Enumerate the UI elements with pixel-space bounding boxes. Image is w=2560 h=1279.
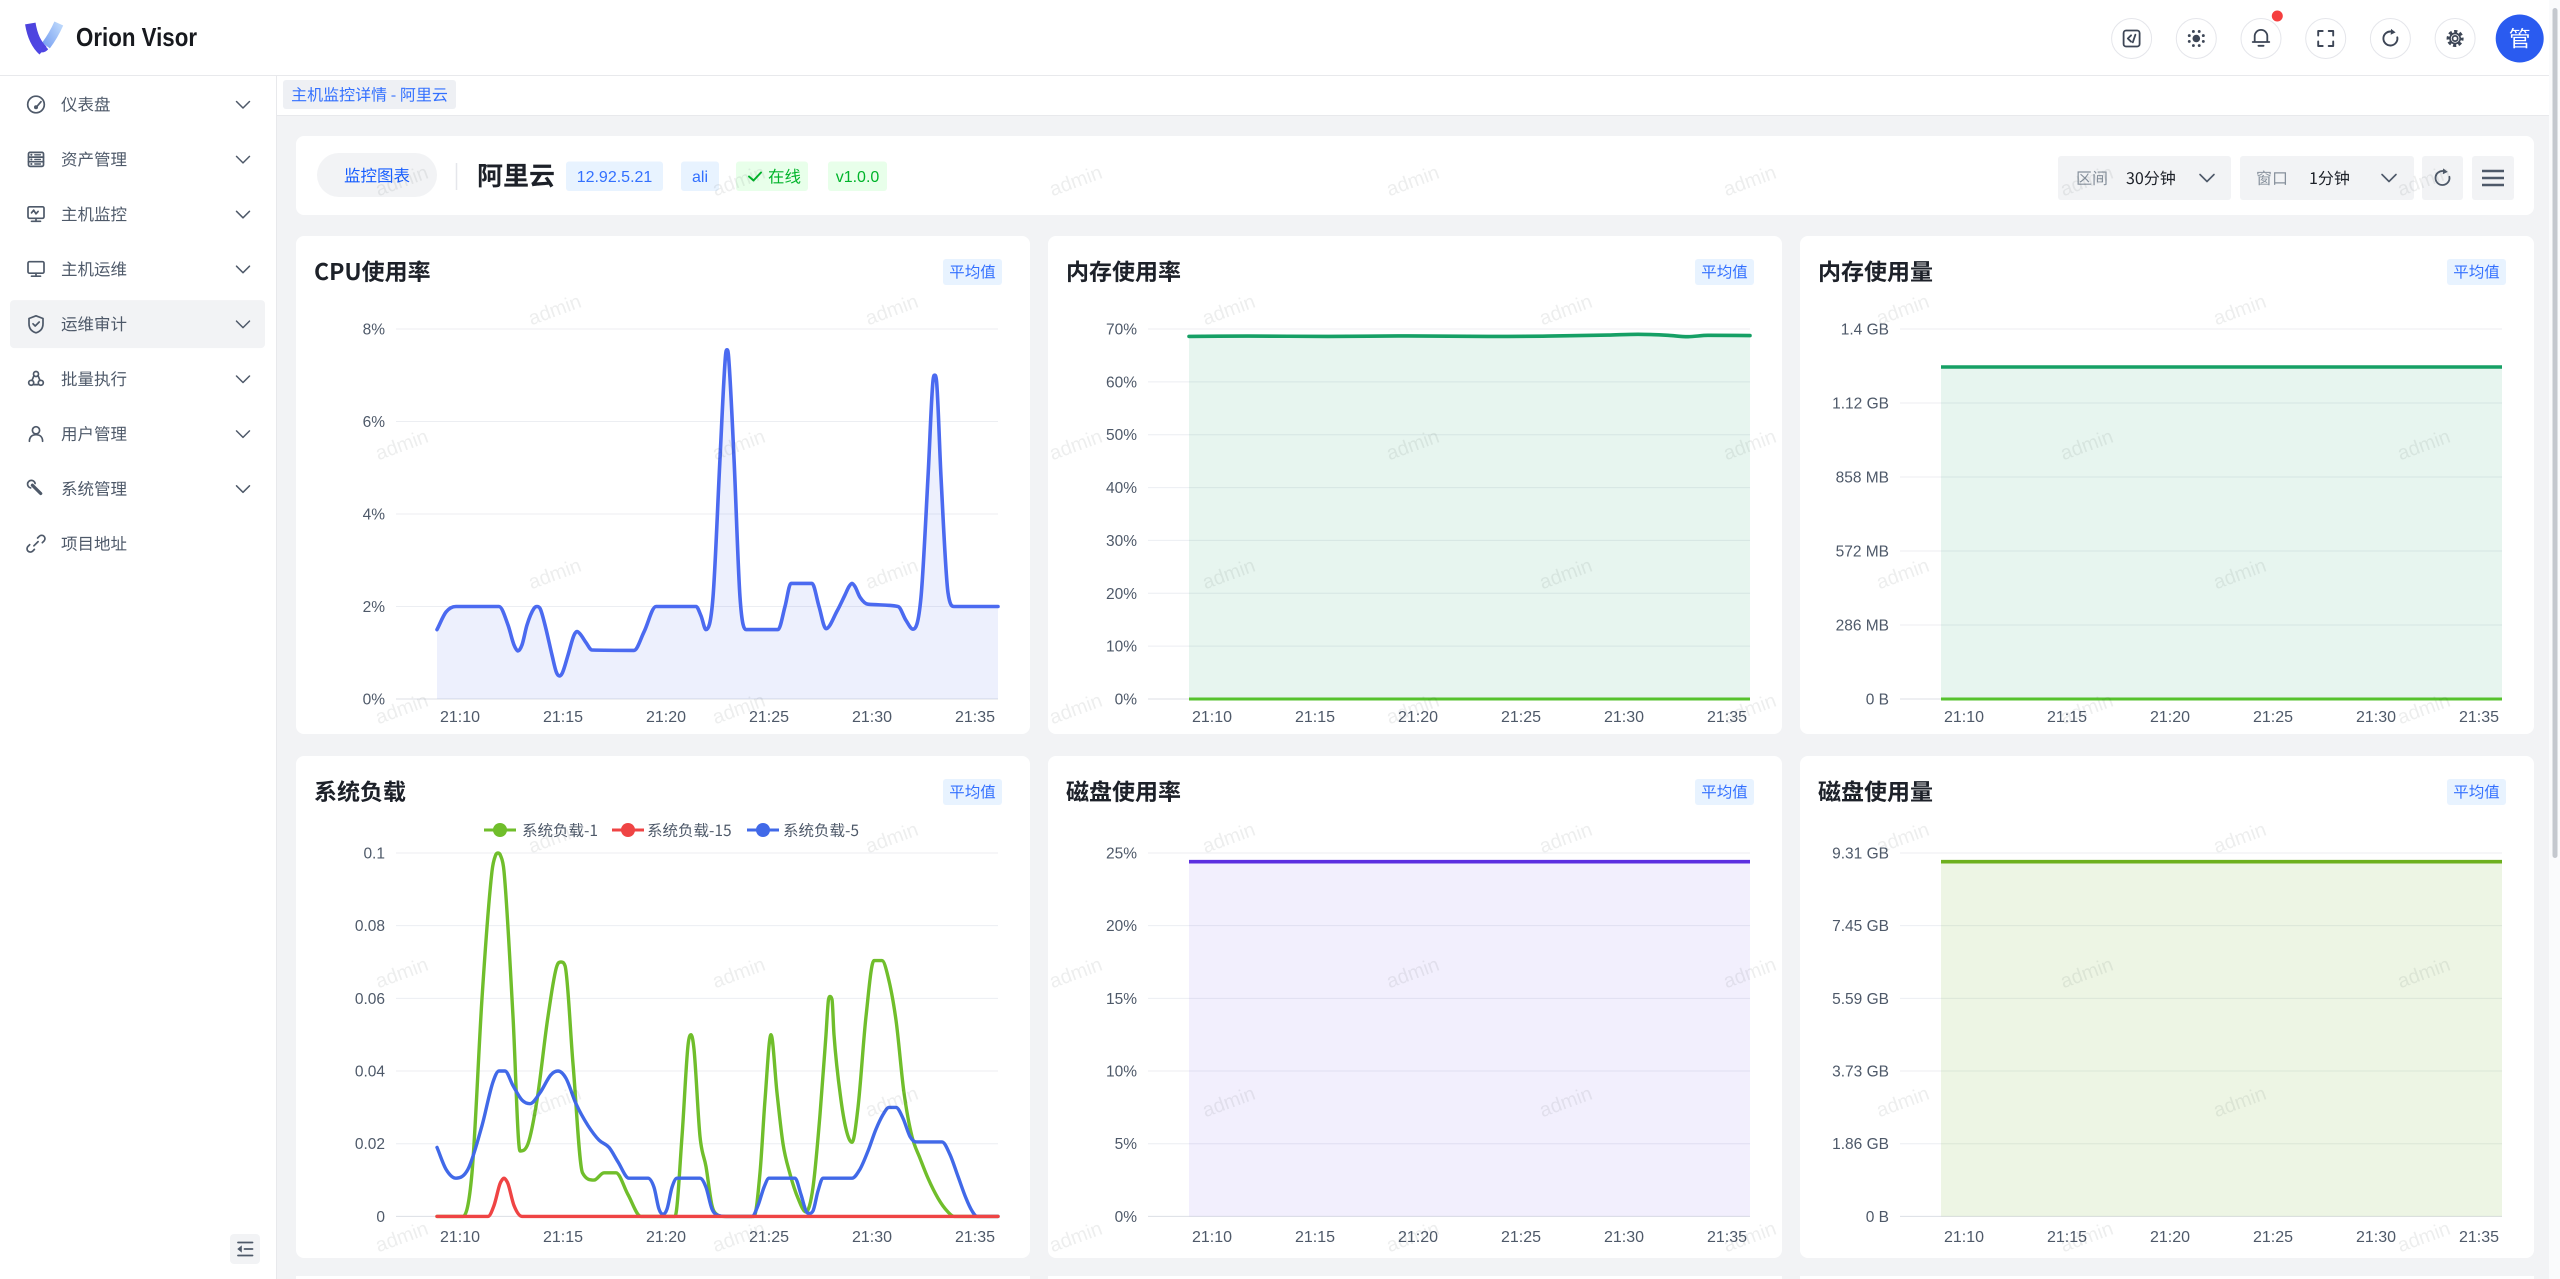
svg-text:Orion Visor: Orion Visor: [76, 22, 197, 52]
